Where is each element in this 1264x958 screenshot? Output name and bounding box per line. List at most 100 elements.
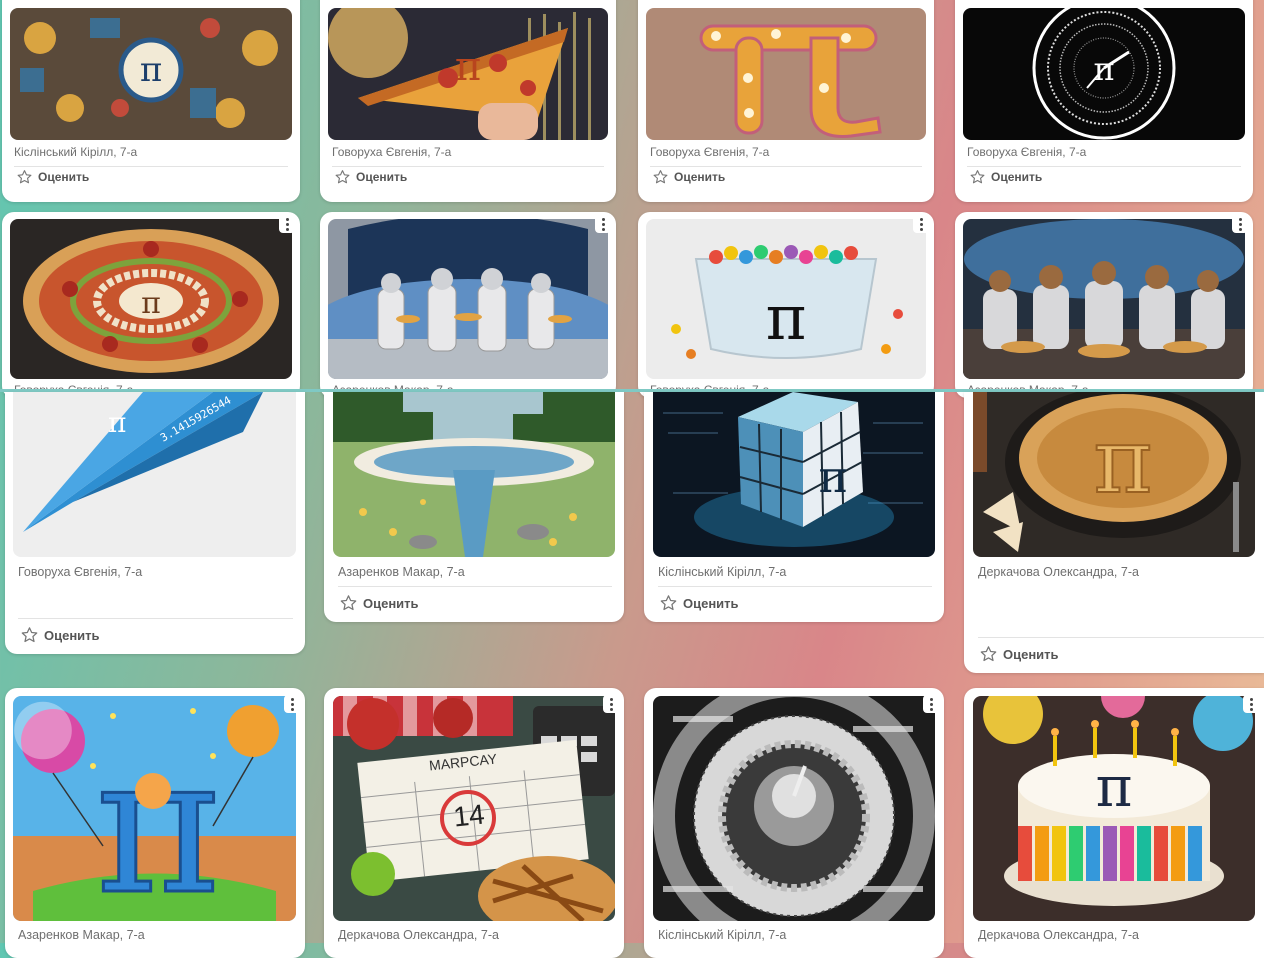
svg-text:π: π <box>96 715 221 921</box>
gallery-card[interactable]: π Говоруха Євгенія, 7-а Оценить <box>955 0 1253 202</box>
card-divider <box>978 637 1264 638</box>
pizza-slice-illustration: π <box>328 8 608 140</box>
star-icon <box>335 170 350 184</box>
card-divider <box>967 166 1241 167</box>
rate-label: Оценить <box>363 595 419 611</box>
astronauts-station-illustration <box>328 219 608 379</box>
gallery-card[interactable]: Азаренков Макар, 7-а <box>955 212 1253 398</box>
gallery-card[interactable]: Говоруха Євгенія, 7-а Оценить <box>638 0 934 202</box>
star-icon <box>980 646 997 662</box>
gallery-card[interactable]: Азаренков Макар, 7-а Оценить <box>324 392 624 622</box>
rate-label: Оценить <box>1003 646 1059 662</box>
card-image-pi-cartoon[interactable]: π <box>13 696 296 921</box>
rate-button[interactable]: Оценить <box>20 626 100 644</box>
rate-label: Оценить <box>674 170 726 184</box>
star-icon <box>660 595 677 611</box>
gallery-card[interactable]: 3.1415926544 π Говоруха Євгенія, 7-а Оце… <box>5 392 305 654</box>
gallery-card[interactable]: π Кіслінський Кірілл, 7-а Оценить <box>2 0 300 202</box>
more-options-icon[interactable] <box>1243 695 1259 713</box>
pi-day-gallery-collage: { "gallery": { "rate_label": "Оценить", … <box>0 0 1264 958</box>
rate-button[interactable]: Оценить <box>979 645 1059 663</box>
candy-bowl-illustration: π <box>646 219 926 379</box>
card-divider <box>338 586 612 587</box>
calendar-day-number: 14 <box>451 798 487 833</box>
clock-digits-illustration: π <box>963 8 1245 140</box>
gallery-card[interactable]: π Говоруха Євгенія, 7-а <box>638 212 934 398</box>
card-image-pi-clocks[interactable]: π <box>10 8 292 140</box>
svg-text:π: π <box>1096 755 1133 820</box>
card-author: Деркачова Олександра, 7-а <box>978 565 1139 579</box>
card-image-pi-calendar[interactable]: MARPCAY 14 <box>333 696 615 921</box>
rate-label: Оценить <box>38 170 90 184</box>
more-options-icon[interactable] <box>1232 215 1248 233</box>
card-image-pi-pizza-slice[interactable]: π <box>328 8 608 140</box>
card-image-pi-paper-plane[interactable]: 3.1415926544 π <box>13 392 296 557</box>
card-image-pi-candy[interactable]: π <box>646 219 926 379</box>
meadow-stream-illustration <box>333 392 615 557</box>
paper-plane-illustration: 3.1415926544 π <box>13 392 296 557</box>
rate-button[interactable]: Оценить <box>659 594 739 612</box>
card-image-pi-cake[interactable]: π <box>973 696 1255 921</box>
more-options-icon[interactable] <box>923 695 939 713</box>
more-options-icon[interactable] <box>913 215 929 233</box>
rate-button[interactable]: Оценить <box>16 169 89 185</box>
card-divider <box>18 618 293 619</box>
card-image-pi-cube[interactable]: π <box>653 392 935 557</box>
svg-text:π: π <box>141 286 161 321</box>
gallery-card[interactable]: π Деркачова Олександра, 7-а Оценить <box>964 392 1264 673</box>
gallery-card[interactable]: π Говоруха Євгенія, 7-а Оценить <box>320 0 616 202</box>
rate-button[interactable]: Оценить <box>334 169 407 185</box>
rate-label: Оценить <box>44 627 100 643</box>
gallery-card[interactable]: MARPCAY 14 Деркачова Олександра, 7-а <box>324 688 624 958</box>
rate-label: Оценить <box>683 595 739 611</box>
card-divider <box>658 586 932 587</box>
card-image-pi-pizza-round[interactable]: π <box>10 219 292 379</box>
more-options-icon[interactable] <box>603 695 619 713</box>
svg-text:π: π <box>819 452 848 503</box>
gallery-card[interactable]: Кіслінський Кірілл, 7-а <box>644 688 944 958</box>
star-icon <box>970 170 985 184</box>
card-author: Кіслінський Кірілл, 7-а <box>658 928 787 942</box>
card-image-pi-gears[interactable] <box>653 696 935 921</box>
rate-button[interactable]: Оценить <box>339 594 419 612</box>
card-author: Говоруха Євгенія, 7-а <box>967 145 1087 159</box>
gallery-card[interactable]: π Азаренков Макар, 7-а <box>5 688 305 958</box>
gallery-card[interactable]: π Говоруха Євгенія, 7-а <box>2 212 300 398</box>
birthday-cake-illustration: π <box>973 696 1255 921</box>
card-author: Деркачова Олександра, 7-а <box>978 928 1139 942</box>
svg-text:π: π <box>140 50 162 90</box>
star-icon <box>21 627 38 643</box>
apple-pie-illustration: π <box>973 392 1255 557</box>
rate-button[interactable]: Оценить <box>652 169 725 185</box>
gallery-card[interactable]: π Кіслінський Кірілл, 7-а Оценить <box>644 392 944 622</box>
card-image-pi-meadow[interactable] <box>333 392 615 557</box>
card-divider <box>332 166 604 167</box>
cartoon-balloons-illustration: π <box>13 696 296 921</box>
star-icon <box>340 595 357 611</box>
card-divider <box>14 166 288 167</box>
gallery-card[interactable]: π Деркачова Олександра, 7-а <box>964 688 1264 958</box>
card-author: Кіслінський Кірілл, 7-а <box>14 145 138 159</box>
svg-text:π: π <box>1093 409 1152 514</box>
card-author: Говоруха Євгенія, 7-а <box>332 145 452 159</box>
star-icon <box>17 170 32 184</box>
svg-text:π: π <box>455 44 481 90</box>
flower-pi-illustration <box>646 8 926 140</box>
svg-text:π: π <box>766 281 807 354</box>
gallery-card[interactable]: Азаренков Макар, 7-а <box>320 212 616 398</box>
round-pizza-illustration: π <box>10 219 292 379</box>
card-image-pi-astronauts[interactable] <box>328 219 608 379</box>
card-author: Кіслінський Кірілл, 7-а <box>658 565 787 579</box>
rate-button[interactable]: Оценить <box>969 169 1042 185</box>
rate-label: Оценить <box>356 170 408 184</box>
more-options-icon[interactable] <box>284 695 300 713</box>
card-image-pi-astronauts-pies[interactable] <box>963 219 1245 379</box>
card-author: Азаренков Макар, 7-а <box>18 928 145 942</box>
card-image-pi-apple-pie[interactable]: π <box>973 392 1255 557</box>
pi-clocks-illustration: π <box>10 8 292 140</box>
more-options-icon[interactable] <box>279 215 295 233</box>
rate-label: Оценить <box>991 170 1043 184</box>
more-options-icon[interactable] <box>595 215 611 233</box>
card-image-pi-clock-digits[interactable]: π <box>963 8 1245 140</box>
card-image-pi-flowers[interactable] <box>646 8 926 140</box>
